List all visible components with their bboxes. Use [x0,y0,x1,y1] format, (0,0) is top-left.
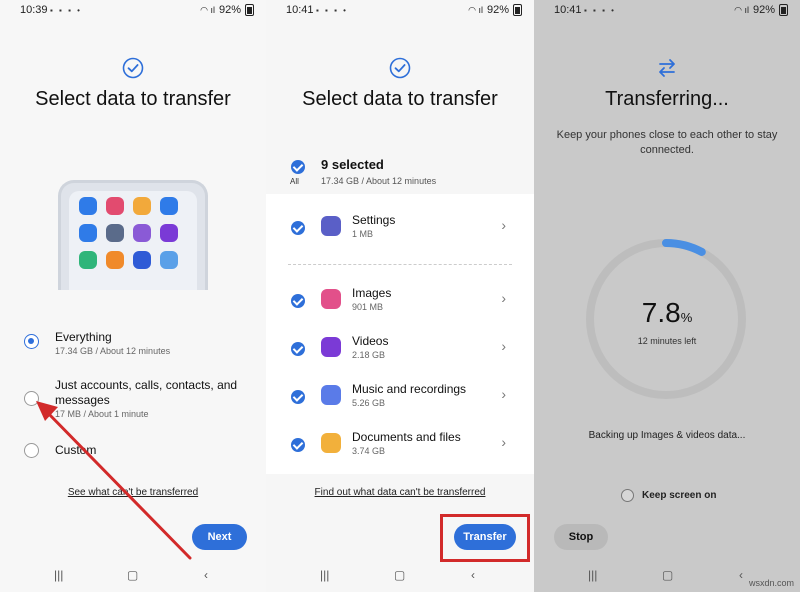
chevron-right-icon: › [501,338,506,354]
select-all-checkbox-icon[interactable] [291,160,305,174]
music-icon [321,385,341,405]
transfer-arrows-icon [659,59,675,77]
list-item-documents[interactable]: Documents and files 3.74 GB › [266,425,534,465]
backup-status: Backing up Images & videos data... [588,430,746,441]
selected-count: 9 selected [321,157,384,172]
progress-percent: 7.8% [534,297,800,329]
screen-select-data-everything: 10:39 ▪ ▪ ▪ • ◠ ıl 92% Select data to tr… [0,0,266,592]
keep-close-message: Keep your phones close to each other to … [556,129,778,156]
chevron-right-icon: › [501,434,506,450]
checked-icon[interactable] [291,390,305,404]
highlight-box-annotation [440,514,530,562]
chevron-right-icon: › [501,217,506,233]
notification-icons: ▪ ▪ ▪ • [316,6,348,15]
item-size: 5.26 GB [352,398,386,408]
check-circle-icon [389,57,411,79]
battery-icon [513,4,522,16]
list-item-videos[interactable]: Videos 2.18 GB › [266,329,534,369]
recent-apps-icon[interactable]: ||| [320,568,329,582]
find-out-what-cant-be-transferred-link[interactable]: Find out what data can't be transferred [266,487,534,498]
wifi-signal-icon: ◠ ıl [734,4,749,15]
progress-value: 7.8 [641,297,681,328]
status-time: 10:41 [554,4,582,16]
status-bar: 10:41 ▪ ▪ ▪ • ◠ ıl 92% [266,4,534,18]
checked-icon[interactable] [291,438,305,452]
home-icon[interactable]: ▢ [394,568,405,582]
item-label: Settings [352,213,396,227]
chevron-right-icon: › [501,386,506,402]
item-label: Documents and files [352,430,461,444]
item-size: 901 MB [352,302,384,312]
home-icon[interactable]: ▢ [662,568,673,582]
checked-icon[interactable] [291,221,305,235]
screen-transferring: 10:41 ▪ ▪ ▪ • ◠ ıl 92% Transferring... K… [534,0,800,592]
battery-percent: 92% [752,4,775,16]
item-label: Images [352,286,392,300]
divider [288,264,512,265]
watermark: wsxdn.com [748,578,794,588]
battery-icon [779,4,788,16]
percent-sign: % [680,310,693,325]
data-category-list: Settings 1 MB › Images 901 MB › Videos 2… [266,194,534,474]
list-item-images[interactable]: Images 901 MB › [266,281,534,321]
back-icon[interactable]: ‹ [739,568,743,582]
list-item-music[interactable]: Music and recordings 5.26 GB › [266,377,534,417]
status-bar: 10:41 ▪ ▪ ▪ • ◠ ıl 92% [534,4,800,18]
navigation-bar: ||| ▢ ‹ [266,568,534,584]
keep-screen-on-label: Keep screen on [642,490,717,501]
play-icon [321,337,341,357]
checked-icon[interactable] [291,294,305,308]
select-all-label: All [290,177,299,186]
screen-select-data-custom: 10:41 ▪ ▪ ▪ • ◠ ıl 92% Select data to tr… [266,0,534,592]
battery-percent: 92% [486,4,509,16]
back-icon[interactable]: ‹ [471,568,475,582]
item-label: Music and recordings [352,382,467,396]
selected-summary: 17.34 GB / About 12 minutes [321,176,437,186]
page-title: Transferring... [605,88,729,110]
item-size: 1 MB [352,229,374,239]
radio-unselected-icon[interactable] [621,489,634,502]
item-label: Videos [352,334,389,348]
stop-button[interactable]: Stop [554,524,608,550]
page-title: Select data to transfer [302,88,498,110]
red-arrow-annotation [36,401,192,560]
chevron-right-icon: › [501,290,506,306]
list-item-settings[interactable]: Settings 1 MB › [266,208,534,248]
gear-icon [321,216,341,236]
recent-apps-icon[interactable]: ||| [588,568,597,582]
item-size: 3.74 GB [352,446,386,456]
notification-icons: ▪ ▪ ▪ • [584,6,616,15]
checked-icon[interactable] [291,342,305,356]
status-time: 10:41 [286,4,314,16]
image-icon [321,289,341,309]
item-size: 2.18 GB [352,350,386,360]
wifi-signal-icon: ◠ ıl [468,4,483,15]
time-left: 12 minutes left [637,336,697,346]
document-icon [321,433,341,453]
